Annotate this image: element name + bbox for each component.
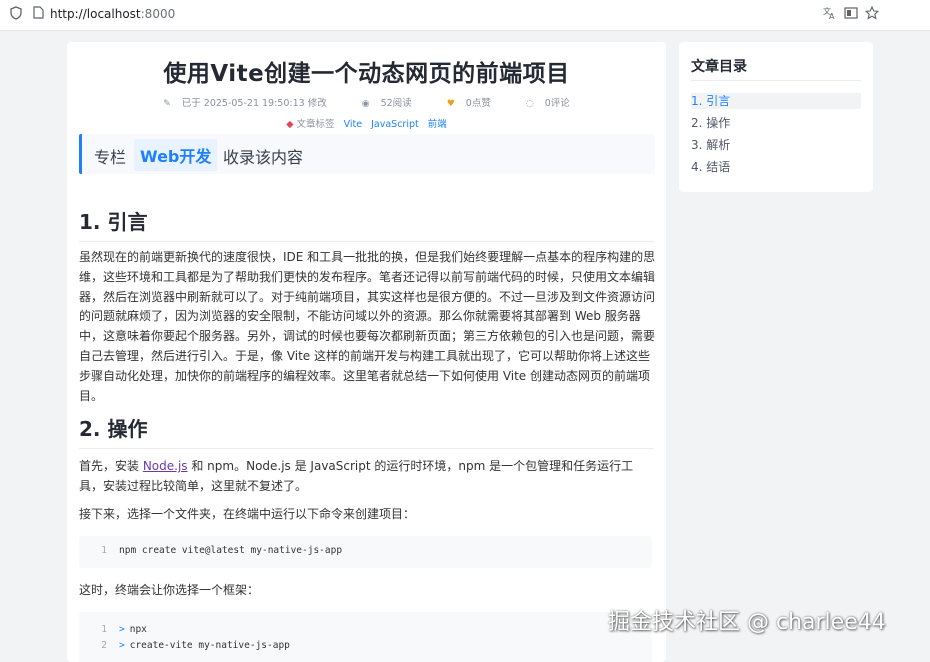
tag-link[interactable]: JavaScript <box>371 119 419 130</box>
tag-link[interactable]: 前端 <box>428 119 447 130</box>
line-number: 2 <box>101 640 107 651</box>
toc-title: 文章目录 <box>691 59 747 75</box>
translate-icon[interactable]: 文A <box>822 6 838 22</box>
code-text: > create-vite my-native-js-app <box>119 640 290 651</box>
code-line: 2 > create-vite my-native-js-app <box>79 638 652 654</box>
reader-icon[interactable] <box>843 6 859 22</box>
article-meta: ✎ 已于 2025-05-21 19:50:13 修改 ◉ 52阅读 ♥ 0点赞 ◌ 0… <box>67 95 666 109</box>
like-icon: ♥ <box>446 99 455 109</box>
toc-item-intro[interactable]: 1. 引言 <box>691 93 861 109</box>
article-title: 使用Vite创建一个动态网页的前端项目 <box>163 61 570 87</box>
edit-icon: ✎ <box>163 99 171 109</box>
nodejs-link[interactable]: Node.js <box>143 459 188 473</box>
prompt-arrow: > <box>119 624 125 635</box>
meta-comments-text: 0评论 <box>544 98 570 109</box>
url-port: :8000 <box>140 7 176 21</box>
intro-paragraph: 虽然现在的前端更新换代的速度很快，IDE 和工具一批批的换，但是我们始终要理解一… <box>79 250 656 403</box>
article-card: 使用Vite创建一个动态网页的前端项目 ✎ 已于 2025-05-21 19:50… <box>67 42 666 662</box>
section-heading-operation: 2. 操作 <box>79 413 654 449</box>
meta-modified-text: 已于 2025-05-21 19:50:13 修改 <box>181 98 327 109</box>
meta-comments[interactable]: ◌ 0评论 <box>518 95 578 109</box>
tag-link[interactable]: Vite <box>344 119 363 130</box>
meta-modified: ✎ 已于 2025-05-21 19:50:13 修改 <box>155 95 334 109</box>
address-bar[interactable]: http://localhost:8000 <box>50 7 175 21</box>
star-icon[interactable] <box>864 5 880 22</box>
framework-paragraph: 这时，终端会让你选择一个框架： <box>79 583 260 597</box>
line-number: 1 <box>101 624 107 635</box>
column-prefix: 专栏 <box>94 148 127 167</box>
code-text: > npx <box>119 624 147 635</box>
install-paragraph: 首先，安装 Node.js 和 npm。Node.js 是 JavaScript… <box>79 457 656 497</box>
section-heading-intro: 1. 引言 <box>79 206 654 242</box>
prompt-arrow: > <box>119 640 125 651</box>
url-host: http://localhost <box>50 7 141 21</box>
toc-item-operation[interactable]: 2. 操作 <box>691 115 861 131</box>
meta-likes-text: 0点赞 <box>465 98 491 109</box>
line-number: 1 <box>101 545 107 556</box>
column-suffix: 收录该内容 <box>223 148 304 167</box>
code-line: 1 > npx <box>79 622 652 638</box>
page-icon[interactable] <box>30 6 46 22</box>
column-link[interactable]: Web开发 <box>134 139 218 171</box>
article-tags: ◆ 文章标签 Vite JavaScript 前端 <box>67 116 666 130</box>
browser-toolbar: http://localhost:8000 文A <box>0 0 930 31</box>
install-text-before: 首先，安装 <box>79 459 143 473</box>
code-block-output: 1 > npx 2 > create-vite my-native-js-app <box>79 612 652 662</box>
step-paragraph: 接下来，选择一个文件夹，在终端中运行以下命令来创建项目： <box>79 507 416 521</box>
shield-icon[interactable] <box>8 6 24 22</box>
meta-reads: ◉ 52阅读 <box>354 95 420 109</box>
table-of-contents: 文章目录 1. 引言 2. 操作 3. 解析 4. 结语 <box>679 42 873 192</box>
eye-icon: ◉ <box>361 99 370 109</box>
comment-icon: ◌ <box>525 99 534 109</box>
tag-icon: ◆ <box>286 119 294 130</box>
toc-divider <box>691 80 861 81</box>
code-block-create: 1 npm create vite@latest my-native-js-app <box>79 536 652 568</box>
code-text: npm create vite@latest my-native-js-app <box>119 545 343 556</box>
meta-likes[interactable]: ♥ 0点赞 <box>439 95 499 109</box>
svg-text:A: A <box>829 12 835 20</box>
meta-reads-text: 52阅读 <box>380 98 412 109</box>
tags-label: 文章标签 <box>296 119 335 130</box>
column-box: 专栏 Web开发 收录该内容 <box>79 134 655 174</box>
watermark: 掘金技术社区 @ charlee44 <box>608 610 886 635</box>
code-line: 1 npm create vite@latest my-native-js-app <box>79 543 652 559</box>
toc-item-conclusion[interactable]: 4. 结语 <box>691 159 861 175</box>
toc-item-analysis[interactable]: 3. 解析 <box>691 137 861 153</box>
